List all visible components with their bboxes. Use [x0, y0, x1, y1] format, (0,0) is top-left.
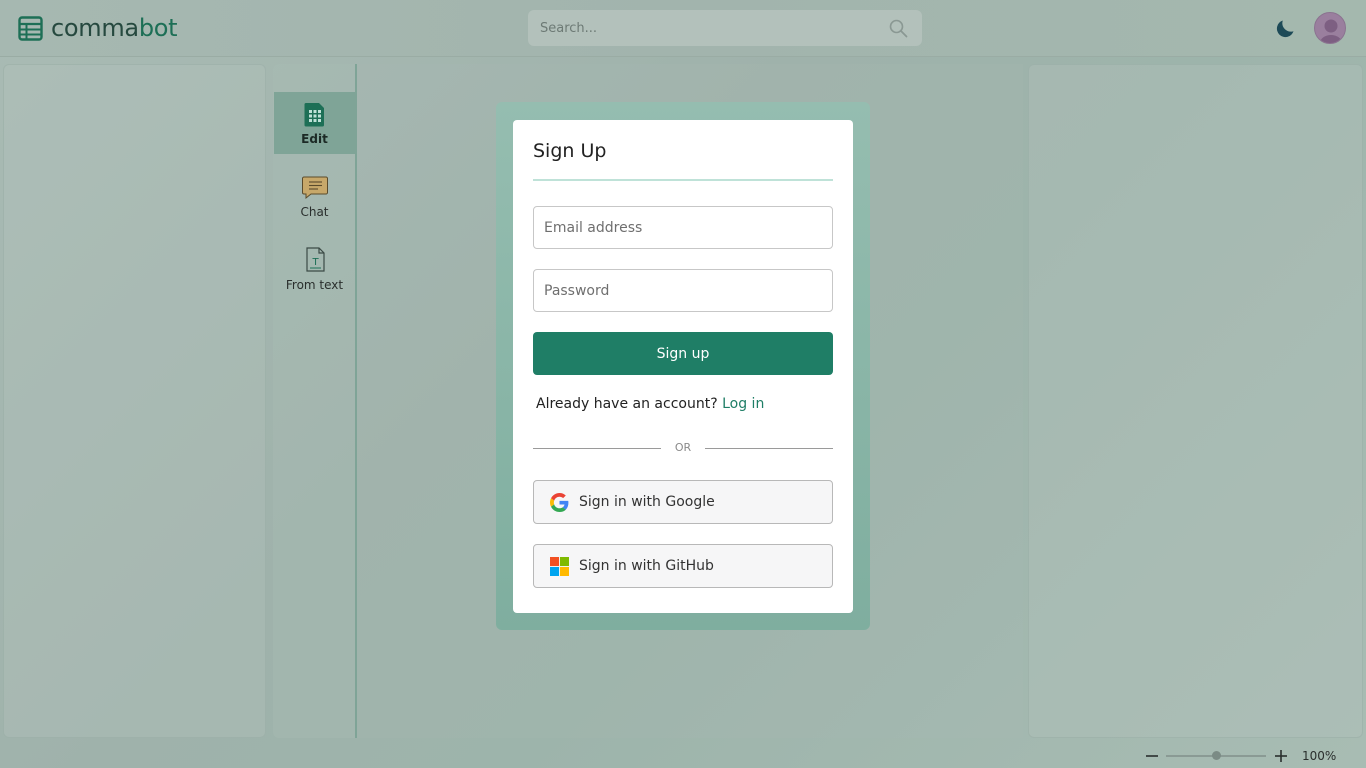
- spreadsheet-icon: [18, 15, 43, 41]
- app-name-main: comma: [51, 14, 139, 42]
- app-name-accent: bot: [138, 14, 178, 42]
- tool-chat[interactable]: Chat: [274, 165, 355, 227]
- google-sign-in-button[interactable]: Sign in with Google: [533, 480, 833, 524]
- login-prompt: Already have an account? Log in: [536, 396, 764, 412]
- dialog-title: Sign Up: [533, 140, 607, 162]
- tool-chat-label: Chat: [300, 205, 329, 219]
- moon-icon[interactable]: [1274, 16, 1298, 40]
- search-icon[interactable]: [888, 18, 908, 38]
- title-divider: [533, 179, 833, 181]
- text-document-icon: T: [305, 247, 325, 272]
- spreadsheet-edit-icon: [304, 103, 324, 127]
- zoom-slider-thumb[interactable]: [1211, 751, 1221, 760]
- google-icon: [550, 492, 569, 512]
- chat-bubble-icon: [301, 176, 328, 200]
- log-in-link[interactable]: Log in: [722, 396, 764, 412]
- zoom-out-icon[interactable]: [1144, 748, 1160, 764]
- google-sign-in-label: Sign in with Google: [579, 494, 715, 510]
- zoom-control: 100%: [1140, 746, 1366, 766]
- top-bar: commabot: [0, 0, 1366, 57]
- sign-up-button[interactable]: Sign up: [533, 332, 833, 375]
- or-divider: OR: [533, 440, 833, 456]
- tool-edit-label: Edit: [301, 132, 328, 146]
- password-field[interactable]: [533, 269, 833, 312]
- zoom-in-icon[interactable]: [1273, 748, 1289, 764]
- tool-edit[interactable]: Edit: [274, 92, 355, 154]
- app-logo[interactable]: commabot: [18, 13, 178, 43]
- email-field[interactable]: [533, 206, 833, 249]
- tool-from-text-label: From text: [285, 278, 344, 292]
- svg-text:T: T: [311, 257, 319, 268]
- search-input[interactable]: [528, 10, 888, 46]
- github-sign-in-button[interactable]: Sign in with GitHub: [533, 544, 833, 588]
- app-name: commabot: [51, 14, 178, 42]
- right-panel: [1028, 64, 1363, 738]
- login-prompt-text: Already have an account?: [536, 396, 718, 412]
- or-line-right: [705, 448, 833, 449]
- tool-sidebar: Edit Chat T From text: [273, 64, 357, 738]
- microsoft-logo-icon: [550, 556, 569, 576]
- zoom-value: 100%: [1302, 749, 1337, 763]
- signup-dialog: Sign Up Sign up Already have an account?…: [513, 120, 853, 613]
- left-panel: [3, 64, 266, 738]
- user-avatar-icon: [1320, 19, 1342, 43]
- search-bar: [528, 10, 922, 46]
- avatar[interactable]: [1314, 12, 1346, 44]
- github-sign-in-label: Sign in with GitHub: [579, 558, 714, 574]
- tool-from-text[interactable]: T From text: [274, 238, 355, 300]
